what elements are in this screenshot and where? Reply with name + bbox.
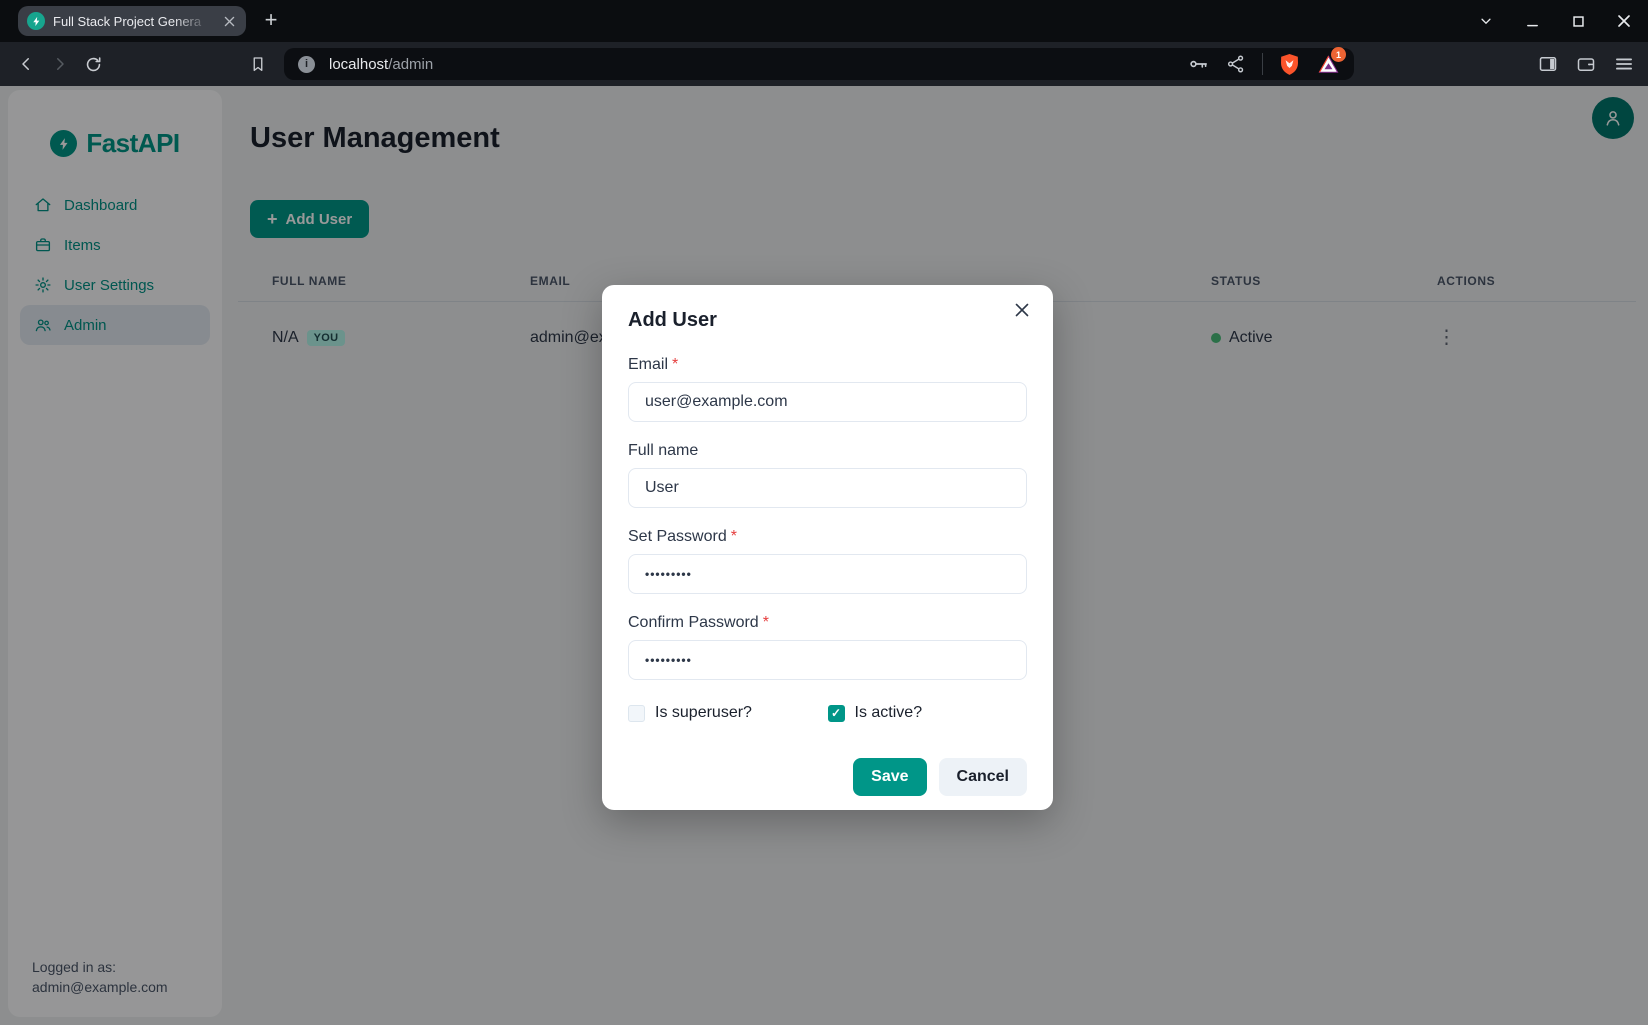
is-superuser-label: Is superuser? xyxy=(655,704,752,722)
browser-titlebar: Full Stack Project Genera + xyxy=(0,0,1648,42)
site-info-icon[interactable]: i xyxy=(298,56,315,73)
page-viewport: FastAPI Dashboard Items xyxy=(0,86,1648,1025)
browser-tab[interactable]: Full Stack Project Genera xyxy=(18,6,246,36)
toolbar-divider xyxy=(1262,53,1263,75)
tab-close-icon[interactable] xyxy=(221,13,237,29)
modal-close-icon[interactable] xyxy=(1007,295,1037,325)
add-user-modal: Add User Email* Full name Set Password* … xyxy=(602,285,1053,810)
confirm-password-label: Confirm Password* xyxy=(628,614,1027,632)
required-marker: * xyxy=(763,614,769,631)
cancel-button[interactable]: Cancel xyxy=(939,758,1027,796)
required-marker: * xyxy=(731,528,737,545)
required-marker: * xyxy=(672,356,678,373)
url-path: /admin xyxy=(388,56,433,73)
set-password-field[interactable] xyxy=(628,554,1027,594)
email-label: Email* xyxy=(628,356,1027,374)
checkbox-row: Is superuser? ✓ Is active? xyxy=(628,704,1027,722)
brave-shield-icon[interactable] xyxy=(1279,53,1300,76)
url-bar[interactable]: i localhost/admin 1 xyxy=(284,48,1354,80)
password-key-icon[interactable] xyxy=(1188,53,1210,75)
modal-footer: Save Cancel xyxy=(628,758,1027,796)
tab-search-chevron-icon[interactable] xyxy=(1478,13,1494,29)
browser-toolbar: i localhost/admin 1 xyxy=(0,42,1648,86)
share-icon[interactable] xyxy=(1226,54,1246,74)
close-window-icon[interactable] xyxy=(1616,13,1632,29)
url-host: localhost xyxy=(329,56,388,73)
is-active-label: Is active? xyxy=(855,704,923,722)
maximize-icon[interactable] xyxy=(1570,13,1586,29)
reload-icon[interactable] xyxy=(81,52,105,76)
rewards-notification-badge: 1 xyxy=(1331,47,1346,62)
confirm-password-field[interactable] xyxy=(628,640,1027,680)
back-icon[interactable] xyxy=(14,52,38,76)
modal-title: Add User xyxy=(628,309,1027,332)
save-button[interactable]: Save xyxy=(853,758,926,796)
full-name-label: Full name xyxy=(628,442,1027,460)
is-active-checkbox[interactable]: ✓ xyxy=(828,705,845,722)
forward-icon[interactable] xyxy=(48,52,72,76)
is-superuser-checkbox[interactable] xyxy=(628,705,645,722)
check-icon: ✓ xyxy=(831,707,841,719)
bookmark-icon[interactable] xyxy=(246,52,270,76)
email-field[interactable] xyxy=(628,382,1027,422)
wallet-icon[interactable] xyxy=(1576,54,1596,74)
menu-hamburger-icon[interactable] xyxy=(1614,54,1634,74)
window-controls xyxy=(1478,0,1632,42)
full-name-field[interactable] xyxy=(628,468,1027,508)
url-actions: 1 xyxy=(1188,52,1340,76)
set-password-label: Set Password* xyxy=(628,528,1027,546)
minimize-icon[interactable] xyxy=(1524,13,1540,29)
fastapi-favicon-bolt-icon xyxy=(27,12,45,30)
is-superuser-checkbox-group[interactable]: Is superuser? xyxy=(628,704,828,722)
new-tab-button[interactable]: + xyxy=(256,5,286,35)
tab-title: Full Stack Project Genera xyxy=(53,14,213,29)
sidebar-panel-icon[interactable] xyxy=(1538,54,1558,74)
url-text[interactable]: localhost/admin xyxy=(329,56,433,73)
is-active-checkbox-group[interactable]: ✓ Is active? xyxy=(828,704,1028,722)
toolbar-right xyxy=(1538,42,1634,86)
brave-rewards-bat-icon[interactable]: 1 xyxy=(1316,52,1340,76)
